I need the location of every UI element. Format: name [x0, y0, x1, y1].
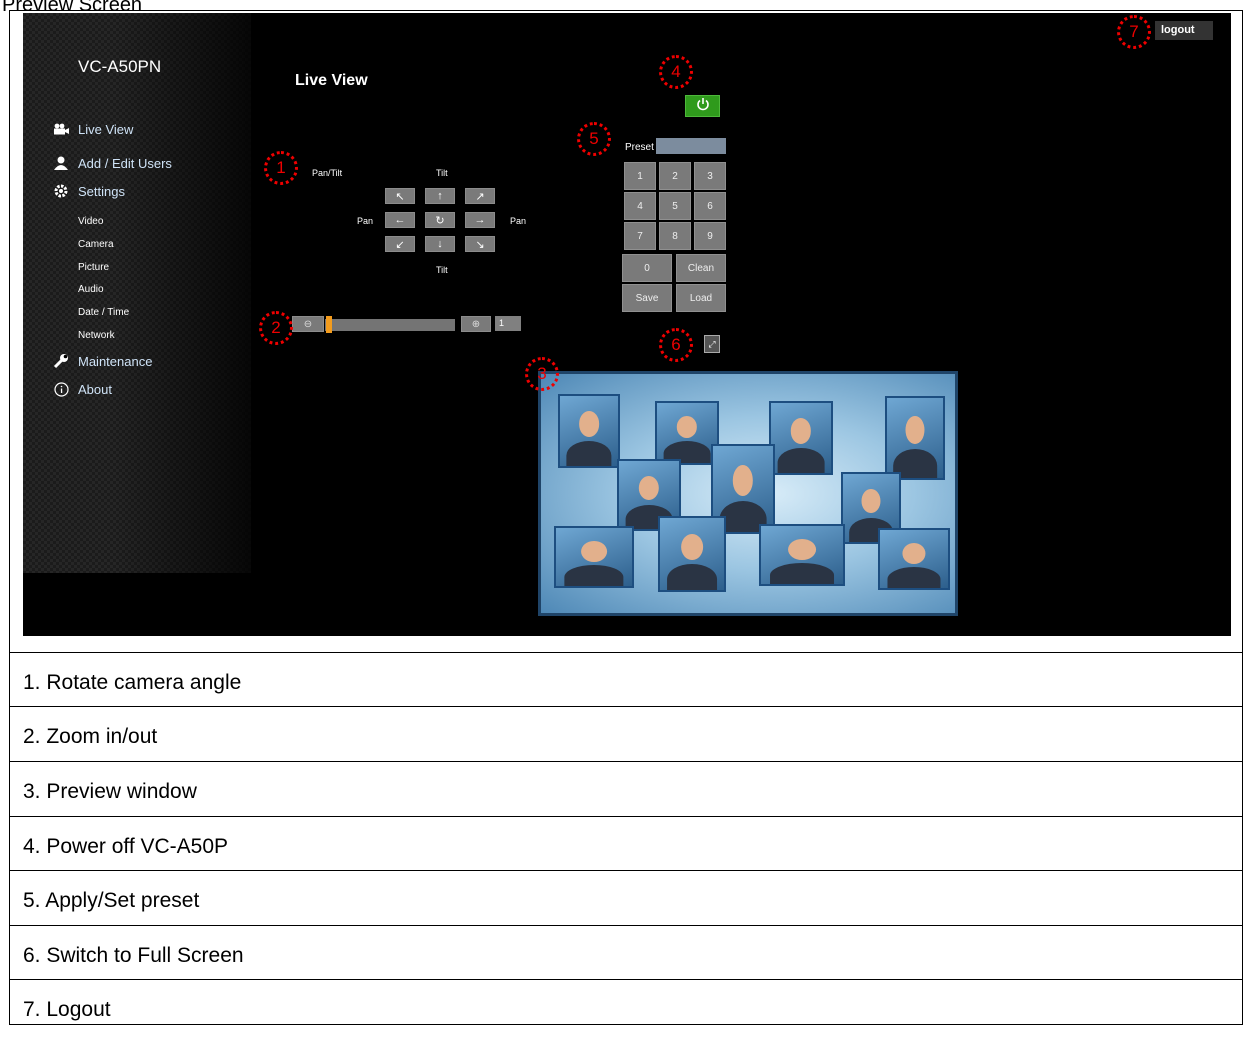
preview-photo: [769, 401, 833, 475]
legend-item: 2. Zoom in/out: [9, 706, 1243, 761]
pan-tilt-up-left-button[interactable]: ↖: [385, 188, 415, 204]
sidebar-item-live-view[interactable]: Live View: [53, 121, 133, 137]
sidebar-item-label: Settings: [78, 183, 125, 199]
callout-marker-2: 2: [259, 311, 293, 345]
legend-item: 5. Apply/Set preset: [9, 870, 1243, 925]
legend-item: 4. Power off VC-A50P: [9, 816, 1243, 870]
sidebar-background: [23, 13, 251, 573]
preview-photo: [759, 524, 845, 586]
preset-key-1[interactable]: 1: [624, 162, 656, 190]
callout-marker-5: 5: [577, 122, 611, 156]
preview-photo: [878, 528, 950, 590]
video-camera-icon: [53, 121, 69, 137]
sidebar-item-settings[interactable]: Settings: [53, 183, 125, 199]
preview-window: [538, 371, 958, 616]
sidebar-item-label: Live View: [78, 121, 134, 137]
legend-item: 1. Rotate camera angle: [9, 652, 1243, 706]
tilt-down-button[interactable]: ↓: [425, 236, 455, 252]
sidebar-item-maintenance[interactable]: Maintenance: [53, 353, 152, 369]
zoom-slider-track[interactable]: [325, 319, 455, 331]
gear-icon: [53, 183, 69, 199]
zoom-slider-handle[interactable]: [326, 316, 332, 333]
preset-key-9[interactable]: 9: [694, 222, 726, 250]
fullscreen-button[interactable]: ⤢: [704, 335, 720, 353]
callout-marker-3: 3: [525, 357, 559, 391]
sidebar-item-users[interactable]: Add / Edit Users: [53, 155, 172, 171]
sidebar-subitem-network[interactable]: Network: [78, 330, 115, 341]
sidebar-item-label: About: [78, 381, 112, 397]
preset-key-2[interactable]: 2: [659, 162, 691, 190]
preset-save-button[interactable]: Save: [622, 284, 672, 312]
tilt-top-label: Tilt: [436, 168, 448, 178]
sidebar-item-about[interactable]: About: [53, 381, 112, 397]
preview-photo: [655, 401, 719, 465]
pan-left-label: Pan: [357, 216, 374, 226]
logout-button[interactable]: logout: [1155, 21, 1213, 40]
model-name: VC-A50PN: [78, 57, 162, 76]
callout-marker-7: 7: [1117, 15, 1151, 49]
sidebar-subitem-date-time[interactable]: Date / Time: [78, 307, 129, 318]
pan-tilt-down-left-button[interactable]: ↙: [385, 236, 415, 252]
sidebar-subitem-camera[interactable]: Camera: [78, 239, 114, 250]
zoom-value: 1: [495, 316, 521, 331]
callout-marker-6: 6: [659, 328, 693, 362]
callout-marker-1: 1: [264, 151, 298, 185]
preset-key-7[interactable]: 7: [624, 222, 656, 250]
wrench-icon: [53, 353, 69, 369]
sidebar-item-label: Add / Edit Users: [78, 155, 172, 171]
power-icon: [696, 97, 710, 116]
callout-marker-4: 4: [659, 55, 693, 89]
legend-item: 6. Switch to Full Screen: [9, 925, 1243, 979]
preset-key-3[interactable]: 3: [694, 162, 726, 190]
pan-tilt-label: Pan/Tilt: [312, 168, 343, 178]
preset-label: Preset: [625, 142, 654, 153]
legend-item: 7. Logout: [9, 979, 1243, 1024]
preview-photo: [558, 394, 620, 468]
zoom-out-button[interactable]: ⊖: [292, 316, 324, 332]
preset-load-button[interactable]: Load: [676, 284, 726, 312]
preset-key-5[interactable]: 5: [659, 192, 691, 220]
preset-input[interactable]: [656, 138, 726, 154]
pan-tilt-home-button[interactable]: ↻: [425, 212, 455, 228]
preset-key-6[interactable]: 6: [694, 192, 726, 220]
pan-right-button[interactable]: →: [465, 212, 495, 228]
info-icon: [53, 381, 69, 397]
page-title: Live View: [295, 72, 368, 89]
preview-photo: [554, 526, 634, 588]
camera-web-ui: VC-A50PN Live View Add / Edit Users Sett…: [23, 13, 1231, 636]
legend-item: 3. Preview window: [9, 761, 1243, 816]
pan-tilt-down-right-button[interactable]: ↘: [465, 236, 495, 252]
sidebar-subitem-audio[interactable]: Audio: [78, 284, 104, 295]
pan-left-button[interactable]: ←: [385, 212, 415, 228]
tilt-up-button[interactable]: ↑: [425, 188, 455, 204]
preview-photo: [658, 516, 726, 592]
sidebar-item-label: Maintenance: [78, 353, 153, 369]
preview-photo: [885, 396, 945, 480]
sidebar-subitem-video[interactable]: Video: [78, 216, 103, 227]
tilt-bottom-label: Tilt: [436, 265, 448, 275]
zoom-in-button[interactable]: ⊕: [461, 316, 491, 332]
preset-key-4[interactable]: 4: [624, 192, 656, 220]
preset-key-8[interactable]: 8: [659, 222, 691, 250]
power-button[interactable]: [685, 95, 720, 117]
pan-tilt-up-right-button[interactable]: ↗: [465, 188, 495, 204]
pan-right-label: Pan: [510, 216, 527, 226]
user-icon: [53, 155, 69, 171]
sidebar-subitem-picture[interactable]: Picture: [78, 262, 109, 273]
preset-clean-button[interactable]: Clean: [676, 254, 726, 282]
preset-key-0[interactable]: 0: [622, 254, 672, 282]
fullscreen-icon: ⤢: [708, 338, 716, 349]
